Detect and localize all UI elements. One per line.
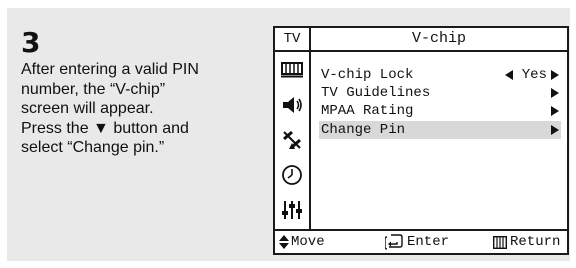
osd-help-bar: Move Enter Return <box>275 229 567 253</box>
instruction-line: After entering a valid PIN <box>21 61 199 78</box>
help-enter-label: Enter <box>407 234 450 250</box>
right-arrow-icon[interactable] <box>551 106 559 116</box>
manual-page: 3 After entering a valid PIN number, the… <box>0 0 576 268</box>
osd-side-menu <box>275 52 311 229</box>
menu-title: V-chip <box>411 30 466 47</box>
picture-icon[interactable] <box>275 52 309 87</box>
instruction-line: Press the ▼ button and <box>21 119 189 137</box>
step-number: 3 <box>21 26 41 59</box>
help-return: Return <box>493 231 560 253</box>
help-return-label: Return <box>510 234 561 250</box>
left-arrow-icon[interactable] <box>505 70 513 80</box>
help-enter: Enter <box>385 231 449 253</box>
right-arrow-icon[interactable] <box>551 70 559 80</box>
menu-item-value: Yes <box>521 67 547 83</box>
enter-icon <box>385 234 403 250</box>
clock-icon[interactable] <box>275 157 309 192</box>
menu-item-label: TV Guidelines <box>321 85 431 101</box>
right-arrow-icon[interactable] <box>551 88 559 98</box>
sound-icon[interactable] <box>275 87 309 122</box>
step-instructions: After entering a valid PIN number, the “… <box>21 60 256 158</box>
osd-menu-list: V-chip Lock Yes TV Guidelines MPAA Ratin… <box>311 52 567 229</box>
menu-item-tv-guidelines[interactable]: TV Guidelines <box>319 84 561 102</box>
setup-sliders-icon[interactable] <box>275 192 309 227</box>
osd-title-bar: TV V-chip <box>275 28 567 52</box>
help-move-label: Move <box>291 234 325 250</box>
channel-antenna-icon[interactable] <box>275 122 309 157</box>
instruction-line: select “Change pin.” <box>21 139 165 156</box>
menu-item-mpaa-rating[interactable]: MPAA Rating <box>319 102 561 120</box>
menu-item-label: V-chip Lock <box>321 67 414 83</box>
menu-icon <box>493 235 507 249</box>
help-move: Move <box>279 231 325 253</box>
instruction-line: number, the “V-chip” <box>21 80 166 98</box>
menu-item-change-pin[interactable]: Change Pin <box>319 121 561 139</box>
source-label: TV <box>275 28 311 52</box>
up-down-arrow-icon <box>279 235 289 249</box>
menu-item-vchip-lock[interactable]: V-chip Lock Yes <box>319 66 561 84</box>
instruction-line: screen will appear. <box>21 100 154 117</box>
menu-item-label: MPAA Rating <box>321 103 414 119</box>
menu-item-label: Change Pin <box>321 122 406 138</box>
tv-osd-screen: TV V-chip V-chip Lock Yes TV Guidelines … <box>273 26 569 255</box>
right-arrow-icon[interactable] <box>551 125 559 135</box>
